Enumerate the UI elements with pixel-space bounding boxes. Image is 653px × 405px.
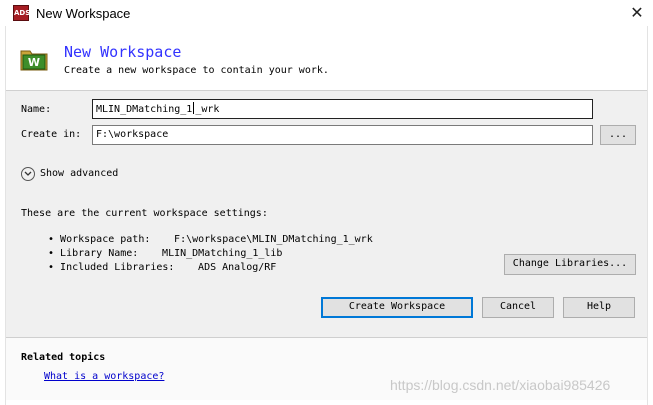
create-in-input[interactable]: F:\workspace xyxy=(92,125,593,145)
right-border xyxy=(647,26,648,405)
related-topics-heading: Related topics xyxy=(21,352,106,363)
list-item: • Workspace path: F:\workspace\MLIN_DMatc… xyxy=(48,234,373,245)
name-value-start: MLIN_DMatching_1 xyxy=(96,104,193,115)
page-subtitle: Create a new workspace to contain your w… xyxy=(64,65,329,76)
create-in-label: Create in: xyxy=(21,129,82,140)
setting-value: ADS Analog/RF xyxy=(198,262,277,273)
help-button[interactable]: Help xyxy=(563,297,635,318)
chevron-down-circle-icon[interactable] xyxy=(21,167,35,181)
cancel-button[interactable]: Cancel xyxy=(482,297,554,318)
setting-label: Included Libraries: xyxy=(60,262,175,273)
list-item: • Library Name: MLIN_DMatching_1_lib xyxy=(48,248,283,259)
setting-value: MLIN_DMatching_1_lib xyxy=(162,248,283,259)
page-title: New Workspace xyxy=(64,43,182,61)
close-icon[interactable]: ✕ xyxy=(627,3,647,23)
setting-label: Library Name: xyxy=(60,248,139,259)
browse-button[interactable]: ... xyxy=(600,125,636,145)
svg-text:W: W xyxy=(28,56,40,69)
name-value-end: _wrk xyxy=(195,104,220,115)
setting-label: Workspace path: xyxy=(60,234,151,245)
create-workspace-button[interactable]: Create Workspace xyxy=(321,297,473,318)
settings-list: • Workspace path: F:\workspace\MLIN_DMatc… xyxy=(48,233,373,275)
ads-app-icon: ADS xyxy=(13,5,30,21)
name-label: Name: xyxy=(21,104,52,115)
change-libraries-button[interactable]: Change Libraries... xyxy=(504,254,636,275)
watermark-text: https://blog.csdn.net/xiaobai985426 xyxy=(390,377,611,393)
setting-value: F:\workspace\MLIN_DMatching_1_wrk xyxy=(174,234,373,245)
list-item: • Included Libraries: ADS Analog/RF xyxy=(48,262,277,273)
what-is-workspace-link[interactable]: What is a workspace? xyxy=(44,371,164,382)
window-title: New Workspace xyxy=(36,6,131,21)
name-input[interactable]: MLIN_DMatching_1 _wrk xyxy=(92,99,593,119)
settings-heading: These are the current workspace settings… xyxy=(21,208,268,219)
show-advanced-toggle[interactable]: Show advanced xyxy=(40,168,118,179)
workspace-folder-icon: W xyxy=(20,47,48,71)
